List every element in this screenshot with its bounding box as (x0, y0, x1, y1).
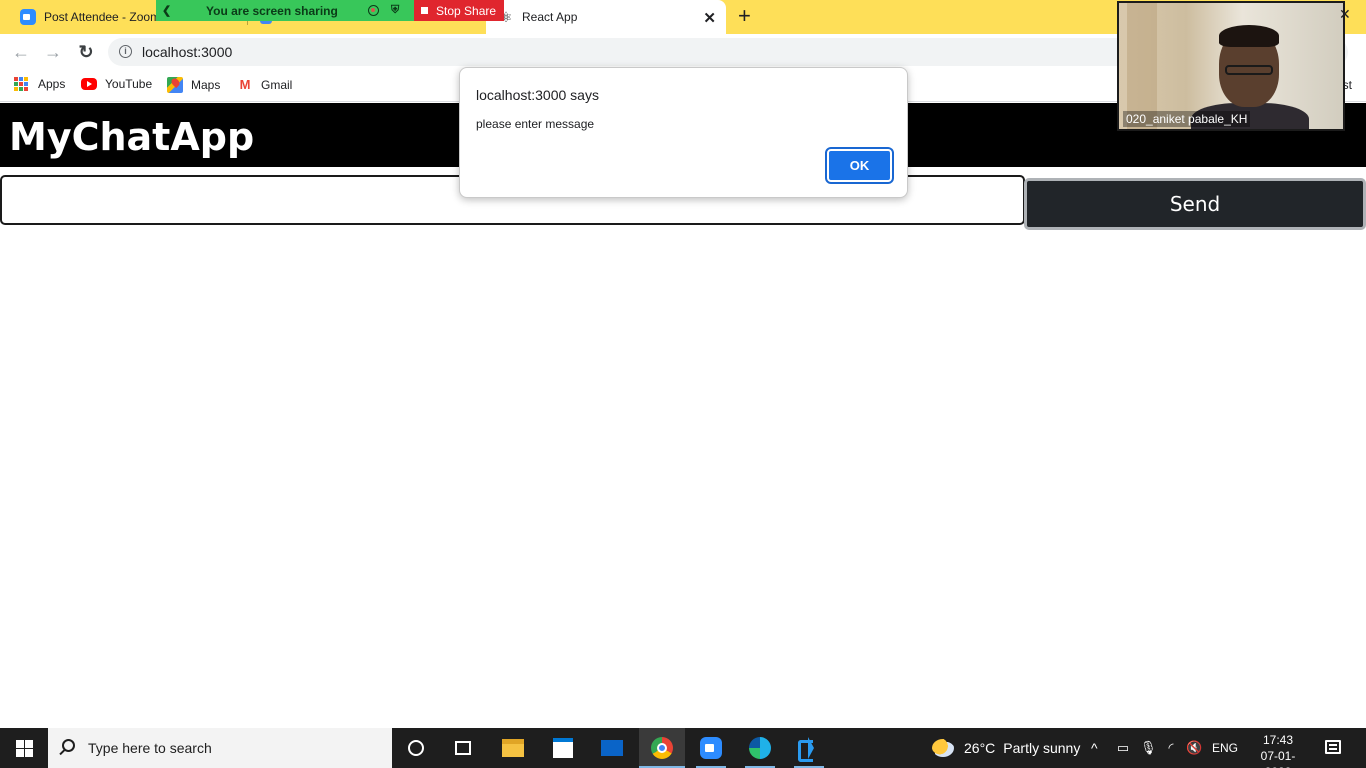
bookmark-label: Maps (191, 78, 221, 92)
video-person-hair (1219, 25, 1279, 47)
app-title: MyChatApp (9, 115, 255, 159)
chrome-icon[interactable] (639, 728, 685, 768)
youtube-icon (81, 78, 97, 90)
maps-icon (167, 77, 183, 93)
bookmark-label: Gmail (261, 78, 293, 92)
tab-close-icon[interactable]: ✕ (703, 9, 716, 27)
bookmark-gmail[interactable]: M Gmail (237, 77, 293, 93)
site-info-icon[interactable]: i (119, 45, 132, 58)
wifi-icon[interactable]: ◜ (1164, 728, 1178, 768)
bookmark-youtube[interactable]: YouTube (81, 77, 152, 91)
zoom-app-icon[interactable] (688, 728, 734, 768)
zoom-share-icon: ❮ (162, 5, 172, 17)
volume-muted-icon[interactable]: 🔇 (1186, 728, 1202, 768)
file-explorer-icon[interactable] (490, 728, 536, 768)
alert-dialog: localhost:3000 says please enter message… (459, 67, 908, 198)
partly-sunny-icon (932, 739, 954, 757)
edge-icon[interactable] (737, 728, 783, 768)
tab-title: Post Attendee - Zoom (44, 10, 161, 24)
vscode-icon[interactable] (786, 728, 832, 768)
tab-title: React App (522, 10, 578, 24)
screen-sharing-banner[interactable]: ❮ You are screen sharing ⛨ (156, 0, 414, 21)
dialog-message: please enter message (476, 117, 595, 131)
windows-taskbar: Type here to search 26°C Partly sunny ^ … (0, 728, 1366, 768)
shield-icon[interactable]: ⛨ (391, 4, 399, 17)
meet-now-icon[interactable]: ▭ (1116, 728, 1130, 768)
cortana-icon[interactable] (393, 728, 439, 768)
bookmark-maps[interactable]: Maps (167, 77, 220, 93)
send-button[interactable]: Send (1024, 178, 1366, 230)
record-icon[interactable] (368, 5, 379, 16)
bookmark-apps[interactable]: Apps (14, 77, 65, 91)
participant-name: 020_aniket pabale_KH (1123, 111, 1251, 127)
participant-video[interactable]: 020_aniket pabale_KH (1117, 1, 1345, 131)
dialog-title: localhost:3000 says (476, 87, 599, 103)
zoom-icon (20, 9, 36, 25)
weather-temp: 26°C (964, 740, 996, 756)
gmail-icon: M (239, 77, 251, 92)
bookmark-label: Apps (38, 77, 66, 91)
notification-icon[interactable] (1325, 740, 1341, 754)
weather-widget[interactable]: 26°C Partly sunny (932, 728, 1080, 768)
stop-icon (421, 7, 428, 14)
taskbar-search[interactable]: Type here to search (48, 728, 392, 768)
apps-grid-icon (14, 77, 28, 91)
show-hidden-icons-icon[interactable]: ^ (1091, 728, 1098, 768)
back-arrow-icon[interactable]: ← (10, 41, 32, 63)
video-person-glasses (1225, 65, 1273, 75)
bookmark-label: YouTube (105, 77, 153, 91)
reload-icon[interactable]: ↻ (75, 41, 97, 63)
stop-share-label: Stop Share (436, 3, 497, 18)
tab-react-app[interactable]: ⚛ React App ✕ (486, 0, 726, 34)
screen-sharing-text: You are screen sharing (206, 3, 338, 18)
stop-share-button[interactable]: Stop Share (414, 0, 504, 21)
search-placeholder: Type here to search (88, 740, 212, 756)
microsoft-store-icon[interactable] (540, 728, 586, 768)
new-tab-button[interactable]: + (738, 5, 751, 27)
language-indicator[interactable]: ENG (1212, 728, 1238, 768)
clock-date: 07-01-2022 (1260, 749, 1296, 768)
window-close-icon[interactable]: ✕ (1339, 6, 1351, 23)
taskbar-clock[interactable]: 17:43 07-01-2022 (1248, 732, 1308, 768)
search-icon (62, 739, 75, 752)
clock-time: 17:43 (1262, 733, 1294, 747)
mail-icon[interactable] (589, 728, 635, 768)
microphone-icon[interactable]: 🎙 (1140, 728, 1157, 768)
forward-arrow-icon[interactable]: → (42, 41, 64, 63)
ok-button[interactable]: OK (825, 147, 894, 184)
weather-condition: Partly sunny (1003, 740, 1081, 756)
url-text[interactable]: localhost:3000 (142, 44, 232, 60)
task-view-icon[interactable] (440, 728, 486, 768)
windows-start-icon[interactable] (16, 740, 33, 757)
